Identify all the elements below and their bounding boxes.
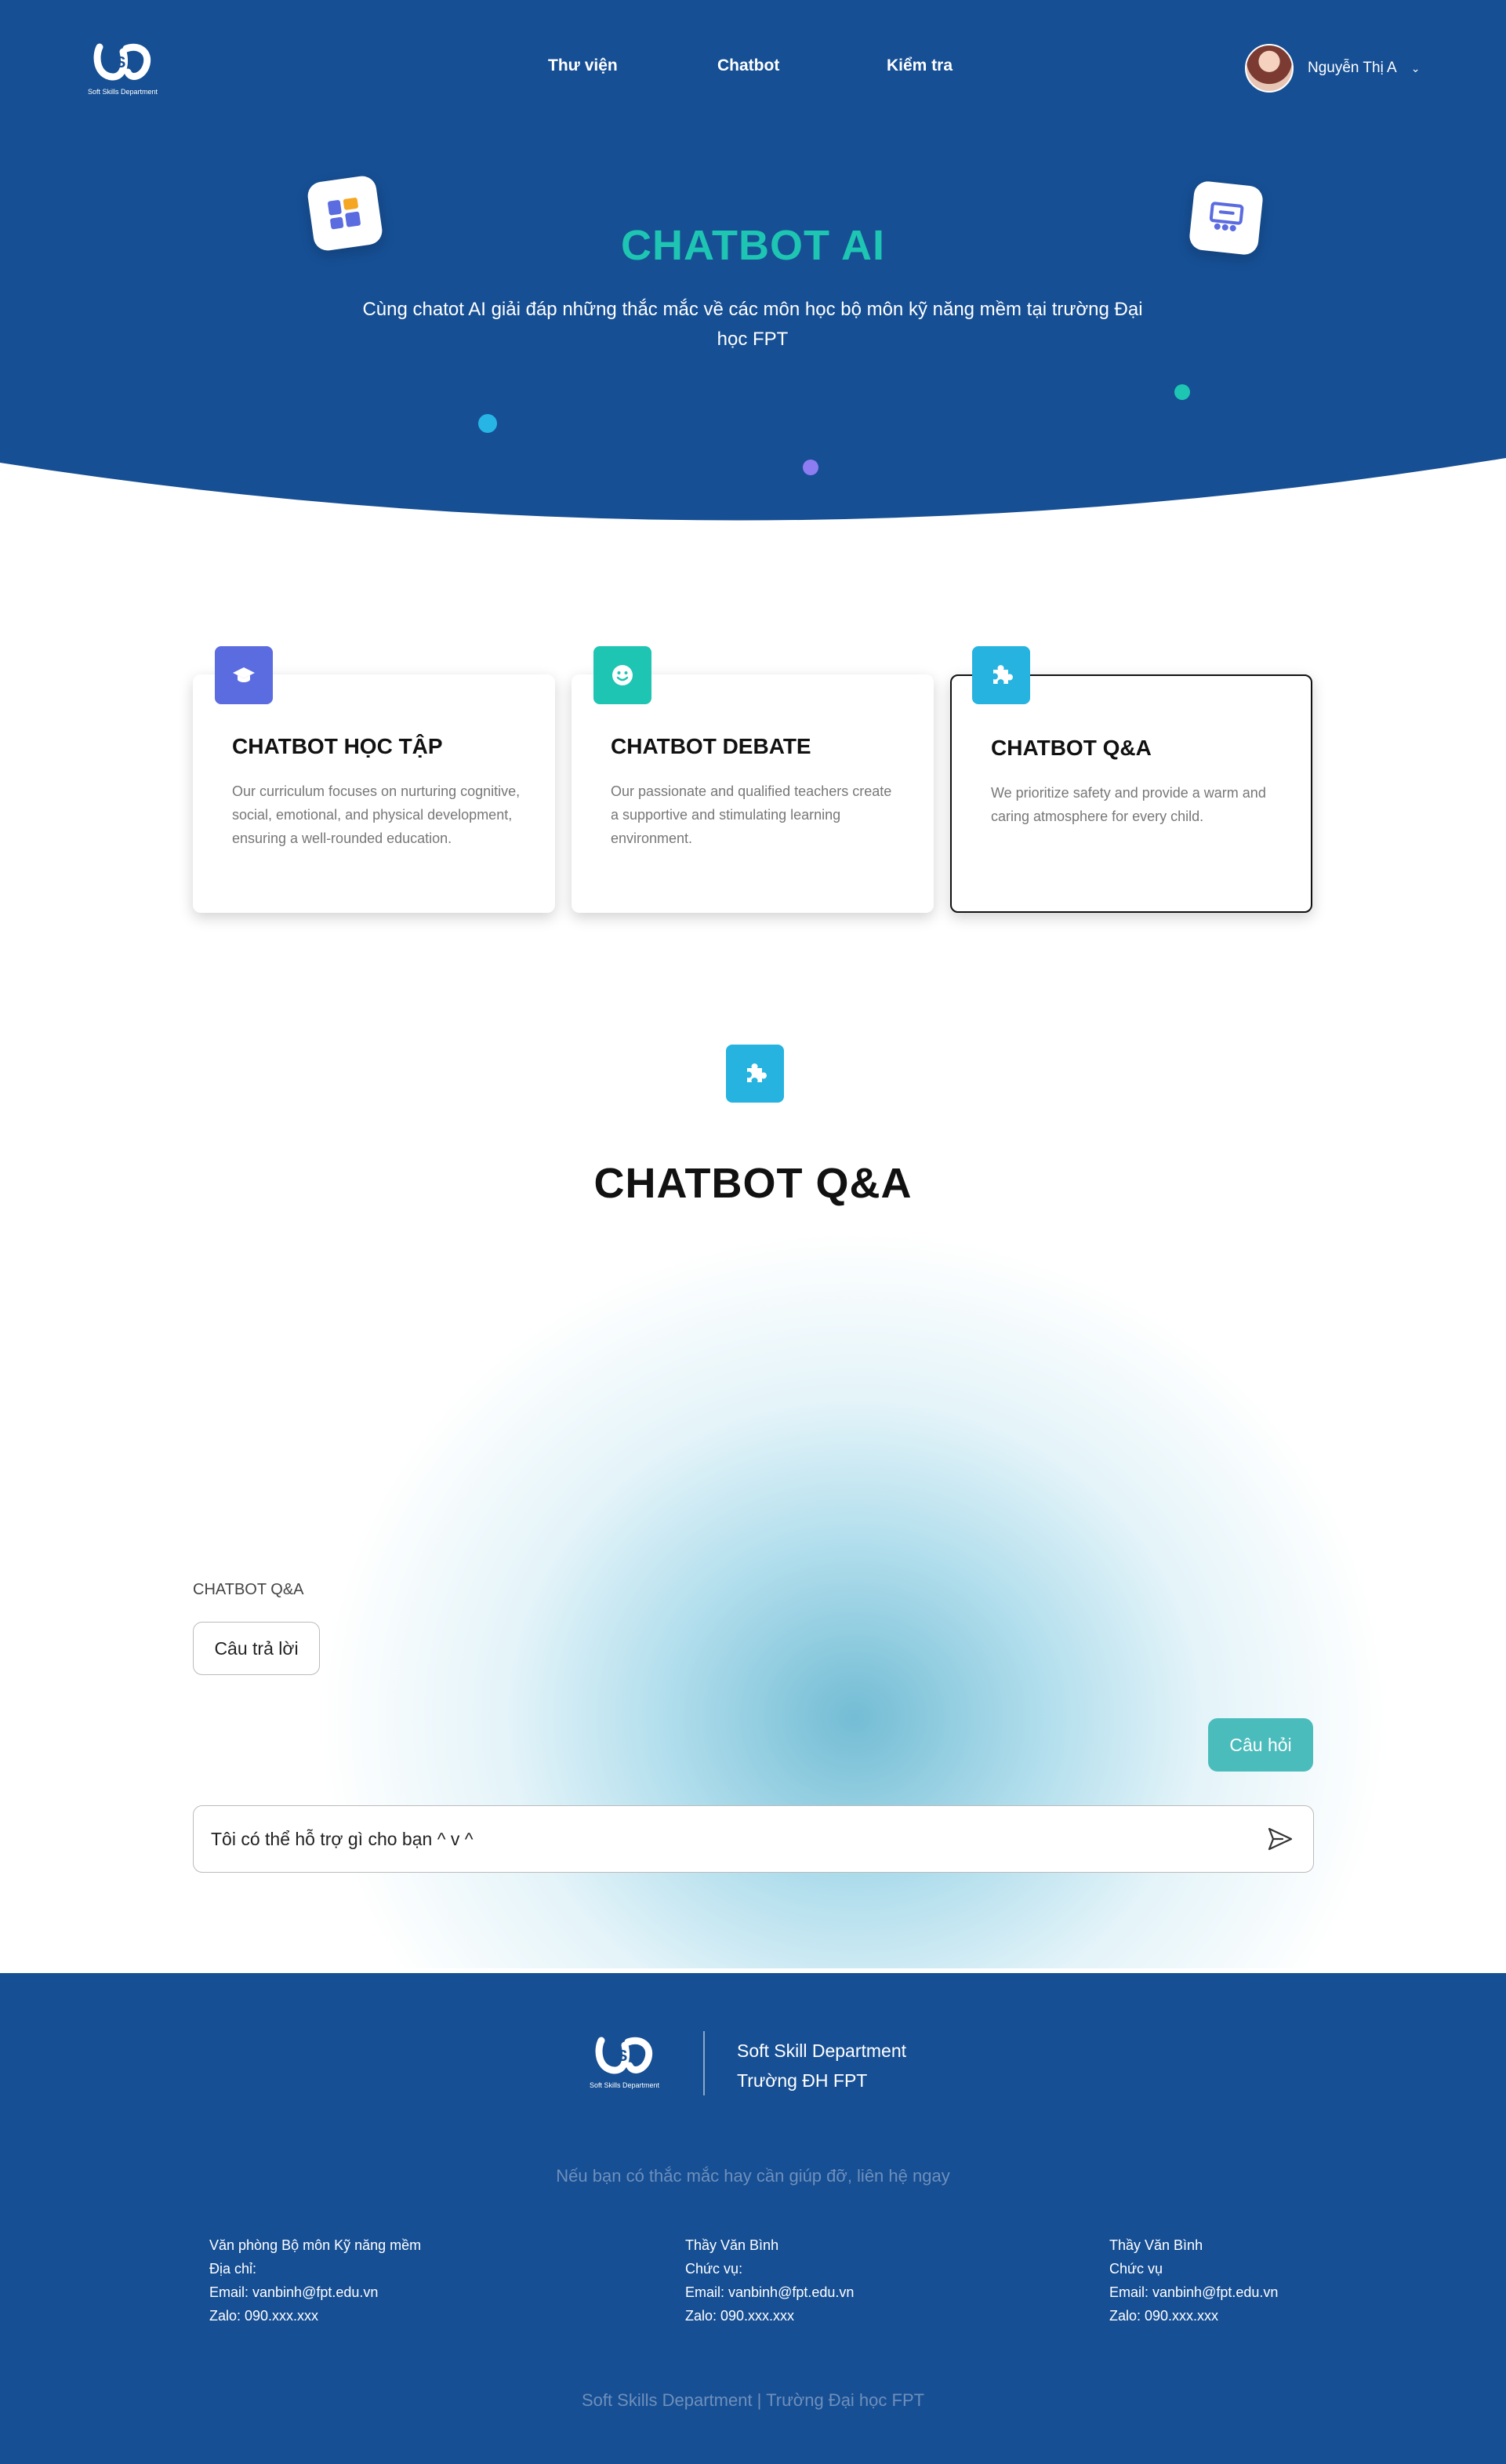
decor-dot bbox=[1174, 384, 1190, 400]
footer-brand-name: Soft Skill Department bbox=[737, 2041, 907, 2061]
puzzle-icon bbox=[972, 646, 1030, 704]
footer-school-name: Trường ĐH FPT bbox=[737, 2070, 868, 2091]
smiley-icon bbox=[593, 646, 651, 704]
send-button[interactable] bbox=[1265, 1823, 1296, 1855]
contact-title: Văn phòng Bộ môn Kỹ năng mềm bbox=[209, 2237, 422, 2253]
contact-line: Chức vụ: bbox=[685, 2261, 743, 2277]
chat-message-input[interactable] bbox=[211, 1806, 1254, 1872]
contact-zalo: Zalo: 090.xxx.xxx bbox=[1109, 2308, 1219, 2324]
logo-caption: Soft Skills Department bbox=[88, 88, 158, 96]
send-icon bbox=[1268, 1827, 1293, 1851]
graduation-cap-icon bbox=[215, 646, 273, 704]
contact-block-office: Văn phòng Bộ môn Kỹ năng mềm Địa chỉ: Em… bbox=[209, 2233, 421, 2328]
chat-input-box bbox=[193, 1805, 1314, 1873]
contact-block-teacher-2: Thầy Văn Bình Chức vụ Email: vanbinh@fpt… bbox=[1109, 2233, 1278, 2328]
card-title: CHATBOT Q&A bbox=[991, 736, 1152, 760]
card-title: CHATBOT HỌC TẬP bbox=[232, 734, 443, 758]
decor-dot bbox=[478, 414, 497, 433]
hero-title: CHATBOT AI bbox=[621, 222, 885, 269]
nav-kiem-tra[interactable]: Kiểm tra bbox=[887, 56, 953, 75]
footer-divider bbox=[703, 2031, 705, 2095]
contact-title: Thầy Văn Bình bbox=[1109, 2237, 1203, 2253]
card-description: Our curriculum focuses on nurturing cogn… bbox=[232, 783, 521, 846]
footer-copyright: Soft Skills Department | Trường Đại học … bbox=[581, 2390, 925, 2410]
footer-logo[interactable]: S Soft Skills Department bbox=[590, 2034, 659, 2089]
user-menu[interactable]: Nguyễn Thị A ⌄ bbox=[1245, 44, 1420, 93]
contact-zalo: Zalo: 090.xxx.xxx bbox=[685, 2308, 795, 2324]
chat-sender-label: CHATBOT Q&A bbox=[193, 1581, 304, 1598]
chevron-down-icon[interactable]: ⌄ bbox=[1411, 62, 1421, 75]
card-title: CHATBOT DEBATE bbox=[611, 734, 811, 758]
card-chatbot-qa[interactable]: CHATBOT Q&A We prioritize safety and pro… bbox=[950, 646, 1312, 913]
chat-section-title: CHATBOT Q&A bbox=[593, 1160, 913, 1207]
svg-text:S: S bbox=[617, 2048, 627, 2065]
answer-bubble: Câu trả lời bbox=[193, 1622, 320, 1675]
nav-chatbot[interactable]: Chatbot bbox=[717, 56, 779, 75]
avatar[interactable] bbox=[1245, 44, 1294, 93]
contact-email[interactable]: Email: vanbinh@fpt.edu.vn bbox=[209, 2280, 421, 2304]
contact-line: Chức vụ bbox=[1109, 2261, 1163, 2277]
user-name: Nguyễn Thị A bbox=[1308, 60, 1397, 76]
card-chatbot-hoc-tap[interactable]: CHATBOT HỌC TẬP Our curriculum focuses o… bbox=[193, 646, 555, 913]
contact-email[interactable]: Email: vanbinh@fpt.edu.vn bbox=[1109, 2280, 1278, 2304]
footer: S Soft Skills Department Soft Skill Depa… bbox=[0, 1973, 1506, 2464]
decor-dot bbox=[803, 460, 818, 475]
card-description: We prioritize safety and provide a warm … bbox=[991, 785, 1266, 824]
contact-title: Thầy Văn Bình bbox=[685, 2237, 779, 2253]
contact-line: Địa chỉ: bbox=[209, 2261, 257, 2277]
question-bubble: Câu hỏi bbox=[1208, 1718, 1313, 1772]
card-chatbot-debate[interactable]: CHATBOT DEBATE Our passionate and qualif… bbox=[572, 646, 934, 913]
hero-subtitle: Cùng chatot AI giải đáp những thắc mắc v… bbox=[362, 299, 1143, 350]
soft-skills-logo-icon: S bbox=[595, 2037, 652, 2074]
hero-section: S Soft Skills Department Thư viện Chatbo… bbox=[0, 0, 1506, 525]
contact-zalo: Zalo: 090.xxx.xxx bbox=[209, 2308, 319, 2324]
contact-block-teacher-1: Thầy Văn Bình Chức vụ: Email: vanbinh@fp… bbox=[685, 2233, 854, 2328]
contact-email[interactable]: Email: vanbinh@fpt.edu.vn bbox=[685, 2280, 854, 2304]
footer-cta: Nếu bạn có thắc mắc hay cần giúp đỡ, liê… bbox=[556, 2166, 950, 2186]
logo-caption: Soft Skills Department bbox=[590, 2081, 660, 2089]
puzzle-icon bbox=[726, 1045, 784, 1103]
nav-thu-vien[interactable]: Thư viện bbox=[548, 56, 618, 75]
card-description: Our passionate and qualified teachers cr… bbox=[611, 783, 892, 846]
